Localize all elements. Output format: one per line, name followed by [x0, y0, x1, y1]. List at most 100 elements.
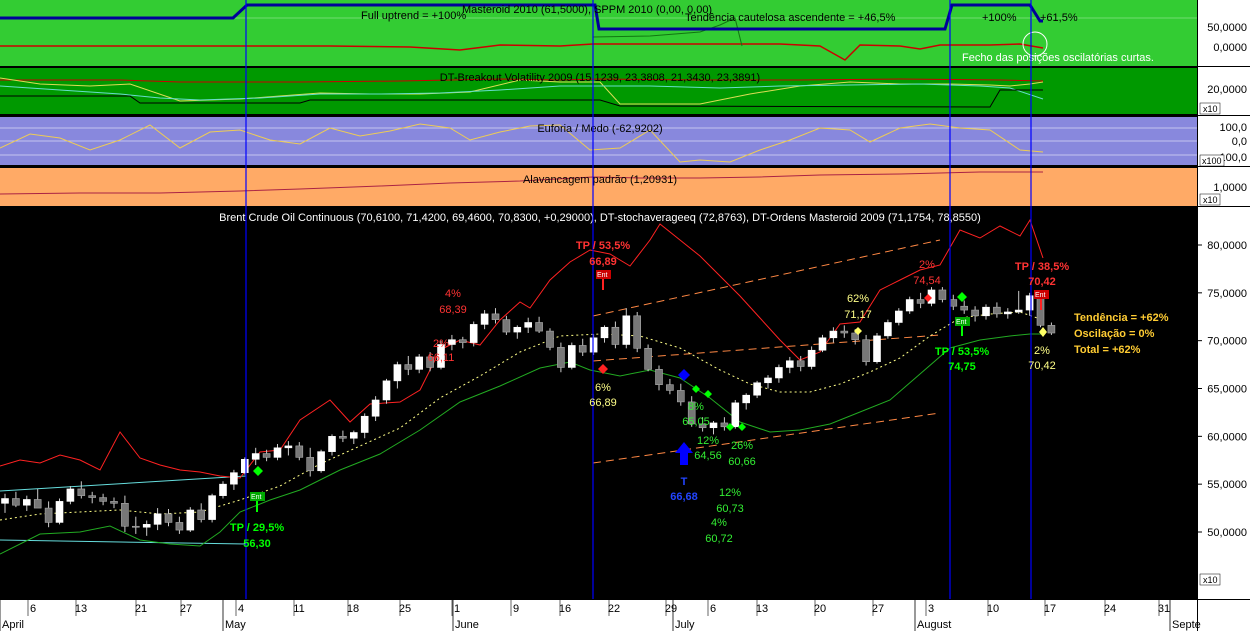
candle-body — [807, 349, 816, 367]
ann-2pct-yellow: 2% — [1034, 345, 1050, 357]
candle-body — [175, 522, 184, 531]
summary-oscilacao: Oscilação = 0% — [1074, 328, 1155, 340]
candle-body — [916, 299, 925, 304]
ann-62pct: 62% — [847, 293, 869, 305]
candle-body — [775, 367, 783, 379]
candle-body — [982, 306, 990, 317]
candle-body — [262, 453, 271, 458]
candle-body — [894, 310, 903, 323]
entry-tag-1-text: Ent — [251, 494, 262, 501]
candle-body — [502, 319, 511, 333]
candle-body — [764, 377, 772, 384]
candle-body — [1014, 309, 1023, 313]
candle-body — [241, 458, 249, 473]
candle-body — [676, 390, 685, 403]
ann-8pct: 8% — [688, 401, 704, 413]
candle-body — [524, 322, 533, 328]
candle-body — [33, 499, 42, 509]
candle-body — [993, 306, 1001, 315]
candle-body — [600, 326, 609, 339]
entry-tag-4-text: Ent — [1035, 292, 1046, 299]
p1-axis-50: 50,0000 — [1207, 22, 1247, 34]
candle-body — [1025, 295, 1034, 311]
candle-body — [567, 345, 576, 368]
ann-6839: 68,39 — [439, 304, 467, 316]
candle-body — [818, 337, 827, 351]
candle-body — [360, 415, 369, 433]
candle-body — [785, 360, 794, 368]
day-tick-label: 20 — [814, 603, 826, 615]
alavancagem-title: Alavancagem padrão (1,20931) — [523, 174, 677, 186]
day-tick-label: 10 — [987, 603, 999, 615]
candle-body — [349, 432, 358, 439]
ann-tp-535-green: TP / 53,5% — [935, 346, 989, 358]
ann-12pct-2: 12% — [719, 487, 741, 499]
candle-body — [393, 364, 402, 382]
candle-body — [317, 451, 325, 472]
day-tick-label: 16 — [559, 603, 571, 615]
month-label: July — [675, 619, 695, 631]
summary-tendencia: Tendência = +62% — [1074, 312, 1169, 324]
day-tick-label: 6 — [710, 603, 716, 615]
candle-body — [1003, 311, 1012, 315]
ann-6066: 60,66 — [728, 456, 756, 468]
candle-body — [339, 436, 347, 439]
day-tick-label: 24 — [1104, 603, 1116, 615]
candle-body — [666, 384, 674, 391]
ann-6072: 60,72 — [705, 533, 733, 545]
y-tick-label: 50,0000 — [1207, 527, 1247, 539]
main-scale: x10 — [1203, 575, 1218, 585]
candle-body — [284, 445, 293, 449]
candle-body — [132, 525, 140, 528]
candle-body — [884, 322, 892, 337]
candle-body — [404, 364, 413, 370]
p3-scale: x100 — [1202, 156, 1222, 166]
candle-body — [458, 339, 467, 343]
candle-body — [22, 499, 31, 506]
candle-body — [230, 472, 238, 485]
candle-body — [796, 360, 805, 367]
day-tick-label: 27 — [872, 603, 884, 615]
candle-body — [1, 498, 9, 504]
breakout-title: DT-Breakout Volatility 2009 (15,1239, 23… — [440, 72, 760, 84]
candle-body — [415, 356, 424, 370]
trading-chart: Full uptrend = +100% Masteroid 2010 (61,… — [0, 0, 1250, 631]
y-tick-label: 75,0000 — [1207, 288, 1247, 300]
day-tick-label: 21 — [135, 603, 147, 615]
candle-body — [469, 324, 478, 343]
ann-6pct: 6% — [595, 382, 611, 394]
candle-body — [753, 382, 761, 396]
p1-615-label: +61,5% — [1040, 12, 1078, 24]
ann-12pct: 12% — [697, 435, 719, 447]
y-tick-label: 65,0000 — [1207, 384, 1247, 396]
ann-6611: 66,11 — [428, 352, 455, 364]
p1-100-label: +100% — [982, 12, 1017, 24]
y-tick-label: 80,0000 — [1207, 240, 1247, 252]
day-tick-label: 9 — [513, 603, 519, 615]
candle-body — [513, 326, 522, 333]
candle-body — [949, 299, 958, 307]
day-tick-label: 17 — [1044, 603, 1056, 615]
candle-body — [66, 488, 75, 502]
candle-body — [110, 501, 118, 504]
ann-2pct-red: 2% — [919, 259, 935, 271]
ann-tp-295: TP / 29,5% — [230, 522, 284, 534]
candle-body — [840, 330, 849, 334]
candle-body — [862, 339, 870, 363]
ann-6668: 66,68 — [670, 491, 698, 503]
candle-body — [644, 348, 652, 370]
candle-body — [77, 488, 86, 496]
ann-2pct: 2% — [433, 338, 449, 350]
day-tick-label: 25 — [399, 603, 411, 615]
p2-scale: x10 — [1203, 104, 1218, 114]
candle-body — [142, 524, 151, 528]
day-tick-label: 3 — [928, 603, 934, 615]
day-tick-label: 11 — [293, 603, 304, 615]
day-tick-label: 22 — [608, 603, 620, 615]
candle-body — [905, 299, 914, 312]
p4-scale: x10 — [1203, 195, 1218, 205]
month-label: June — [455, 619, 479, 631]
candle-body — [12, 498, 20, 506]
main-title: Brent Crude Oil Continuous (70,6100, 71,… — [219, 212, 981, 224]
candle-body — [960, 305, 969, 311]
